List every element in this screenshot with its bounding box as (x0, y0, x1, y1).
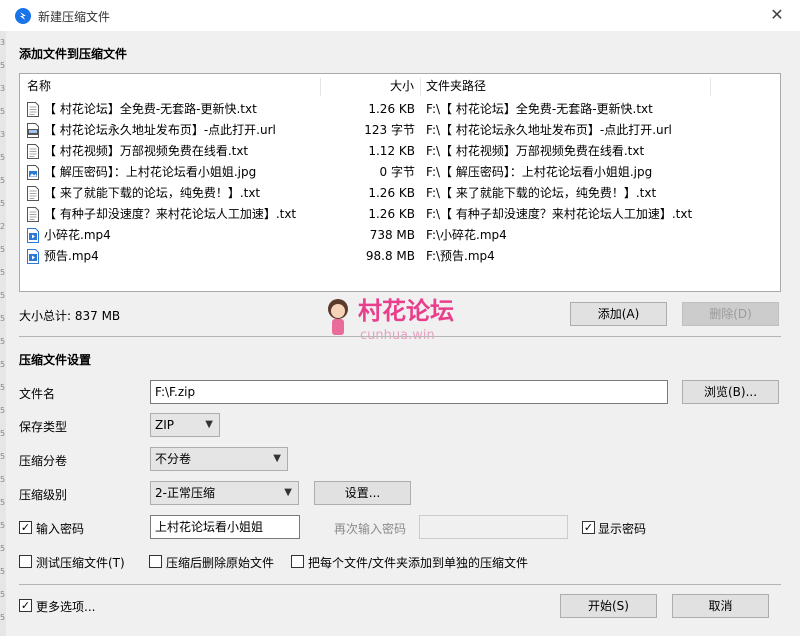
girl-face-icon (331, 304, 345, 318)
video-file-icon (27, 249, 39, 264)
file-name: 【 村花视频】万部视频免费在线看.txt (44, 144, 249, 158)
file-size: 1.26 KB (368, 186, 415, 200)
url-file-icon (27, 123, 39, 138)
file-size: 98.8 MB (365, 249, 415, 263)
file-size: 1.26 KB (368, 102, 415, 116)
file-row[interactable]: 预告.mp4 98.8 MB F:\预告.mp4 (20, 246, 780, 267)
filename-label: 文件名 (19, 387, 56, 401)
save-type-select[interactable]: ZIP ▼ (150, 413, 220, 437)
separate-archives-checkbox[interactable] (291, 555, 304, 568)
browse-button[interactable]: 浏览(B)... (682, 380, 779, 404)
save-type-label: 保存类型 (19, 420, 68, 434)
test-archive-checkbox[interactable] (19, 555, 32, 568)
video-file-icon (27, 228, 39, 243)
file-size: 1.26 KB (368, 207, 415, 221)
file-path: F:\【 解压密码】：上村花论坛看小姐姐.jpg (426, 165, 653, 179)
text-file-icon (27, 102, 39, 117)
test-archive-label: 测试压缩文件(T) (36, 556, 125, 570)
section-divider (19, 336, 781, 337)
save-type-value: ZIP (155, 418, 174, 432)
repeat-password-input[interactable] (419, 515, 568, 539)
file-size: 0 字节 (379, 165, 415, 179)
split-volume-label: 压缩分卷 (19, 454, 68, 468)
archive-settings-section-title: 压缩文件设置 (19, 353, 92, 367)
file-path: F:\【 村花论坛】全免费-无套路-更新快.txt (426, 102, 653, 116)
start-button[interactable]: 开始(S) (560, 594, 657, 618)
total-size-label: 大小总计: 837 MB (19, 309, 121, 323)
file-row[interactable]: 【 村花视频】万部视频免费在线看.txt 1.12 KB F:\【 村花视频】万部视… (20, 141, 780, 162)
text-file-icon (27, 144, 39, 159)
separate-archives-label: 把每个文件/文件夹添加到单独的压缩文件 (308, 556, 529, 570)
file-path: F:\【 来了就能下载的论坛，纯免费！】.txt (426, 186, 657, 200)
file-size: 738 MB (369, 228, 415, 242)
password-label: 输入密码 (36, 522, 85, 536)
file-path: F:\【 村花视频】万部视频免费在线看.txt (426, 144, 645, 158)
column-divider (710, 78, 711, 96)
file-row[interactable]: 【 解压密码】：上村花论坛看小姐姐.jpg 0 字节 F:\【 解压密码】：上村花论… (20, 162, 780, 183)
column-header-size[interactable]: 大小 (390, 74, 414, 98)
delete-button[interactable]: 删除(D) (682, 302, 779, 326)
background-window-edge: 3 5 3 5 3 5 5 5 2 5 5 5 5 5 5 5 5 5 5 5 … (0, 31, 6, 636)
file-path: F:\【 有种子却没速度？来村花论坛人工加速】.txt (426, 207, 693, 221)
add-files-section-title: 添加文件到压缩文件 (19, 47, 128, 61)
title-bar (0, 0, 800, 31)
filename-input[interactable]: F:\F.zip (150, 380, 668, 404)
delete-after-checkbox[interactable] (149, 555, 162, 568)
text-file-icon (27, 207, 39, 222)
file-name: 【 村花论坛】全免费-无套路-更新快.txt (44, 102, 257, 116)
file-list[interactable]: 名称 大小 文件夹路径 【 村花论坛】全免费-无套路-更新快.txt 1.26 K… (19, 73, 781, 292)
chevron-down-icon: ▼ (284, 487, 292, 498)
text-file-icon (27, 186, 39, 201)
compression-level-value: 2-正常压缩 (155, 486, 215, 500)
file-row[interactable]: 【 村花论坛永久地址发布页】-点此打开.url 123 字节 F:\【 村花论坛永久… (20, 120, 780, 141)
image-file-icon (27, 165, 39, 180)
chevron-down-icon: ▼ (273, 453, 281, 464)
repeat-password-label: 再次输入密码 (334, 522, 407, 536)
window-title: 新建压缩文件 (38, 10, 111, 24)
file-size: 1.12 KB (368, 144, 415, 158)
delete-after-label: 压缩后删除原始文件 (166, 556, 275, 570)
show-password-label: 显示密码 (598, 522, 647, 536)
more-options-label[interactable]: 更多选项... (36, 598, 95, 615)
column-header-path[interactable]: 文件夹路径 (426, 74, 486, 98)
file-name: 【 有种子却没速度？来村花论坛人工加速】.txt (44, 207, 297, 221)
more-options-checkbox[interactable]: ✓ (19, 599, 32, 612)
add-button[interactable]: 添加(A) (570, 302, 667, 326)
girl-dress-icon (332, 319, 344, 335)
file-name: 【 解压密码】：上村花论坛看小姐姐.jpg (44, 165, 257, 179)
compression-level-label: 压缩级别 (19, 488, 68, 502)
file-row[interactable]: 【 来了就能下载的论坛，纯免费！】.txt 1.26 KB F:\【 来了就能下载的… (20, 183, 780, 204)
file-path: F:\【 村花论坛永久地址发布页】-点此打开.url (426, 123, 672, 137)
split-volume-value: 不分卷 (155, 452, 192, 466)
column-divider (420, 78, 421, 96)
cancel-button[interactable]: 取消 (672, 594, 769, 618)
close-icon[interactable]: ✕ (764, 4, 790, 26)
file-size: 123 字节 (364, 123, 415, 137)
file-path: F:\小碎花.mp4 (426, 228, 507, 242)
settings-button[interactable]: 设置... (314, 481, 411, 505)
column-header-name[interactable]: 名称 (27, 74, 51, 98)
watermark-title: 村花论坛 (358, 297, 454, 325)
file-row[interactable]: 【 有种子却没速度？来村花论坛人工加速】.txt 1.26 KB F:\【 有种子却… (20, 204, 780, 225)
file-path: F:\预告.mp4 (426, 249, 495, 263)
chevron-down-icon: ▼ (205, 419, 213, 430)
file-name: 【 来了就能下载的论坛，纯免费！】.txt (44, 186, 261, 200)
split-volume-select[interactable]: 不分卷 ▼ (150, 447, 288, 471)
file-name: 【 村花论坛永久地址发布页】-点此打开.url (44, 123, 276, 137)
file-name: 小碎花.mp4 (44, 228, 111, 242)
compression-level-select[interactable]: 2-正常压缩 ▼ (150, 481, 299, 505)
file-name: 预告.mp4 (44, 249, 99, 263)
file-row[interactable]: 小碎花.mp4 738 MB F:\小碎花.mp4 (20, 225, 780, 246)
file-row[interactable]: 【 村花论坛】全免费-无套路-更新快.txt 1.26 KB F:\【 村花论坛】全… (20, 99, 780, 120)
app-logo-icon (15, 8, 31, 24)
password-checkbox[interactable]: ✓ (19, 521, 32, 534)
show-password-checkbox[interactable]: ✓ (582, 521, 595, 534)
column-divider (320, 78, 321, 96)
bottom-divider (19, 584, 781, 585)
password-input[interactable]: 上村花论坛看小姐姐 (150, 515, 300, 539)
